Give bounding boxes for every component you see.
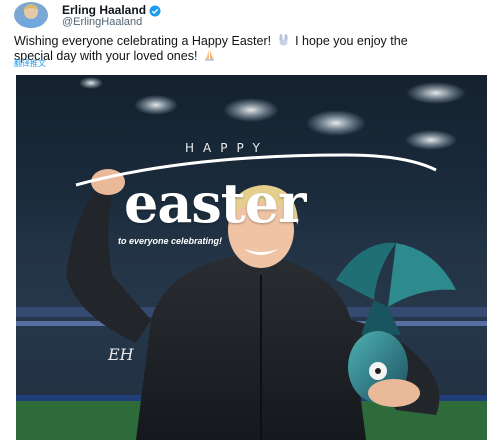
- celebrating-subtitle: to everyone celebrating!: [118, 236, 223, 246]
- tweet-text: Wishing everyone celebrating a Happy Eas…: [14, 34, 484, 64]
- easter-poster-graphic: [16, 77, 487, 440]
- display-name[interactable]: Erling Haaland: [62, 3, 146, 17]
- tweet-text-line1b: I hope you enjoy the: [295, 34, 408, 48]
- translate-tweet-link[interactable]: 翻译推文: [14, 58, 46, 69]
- avatar[interactable]: [14, 2, 48, 28]
- tweet-header: Erling Haaland @ErlingHaaland: [14, 2, 494, 32]
- easter-heading: easter: [124, 171, 306, 235]
- user-handle[interactable]: @ErlingHaaland: [62, 16, 142, 28]
- folded-hands-icon: [203, 49, 216, 61]
- rabbit-emoji-icon: [277, 34, 290, 46]
- tweet-text-line1: Wishing everyone celebrating a Happy Eas…: [14, 34, 272, 48]
- signature-mark: EH: [108, 345, 134, 364]
- floodlights: [79, 77, 466, 150]
- verified-icon: [149, 4, 161, 17]
- tweet-image[interactable]: HAPPY easter to everyone celebrating! EH: [16, 75, 487, 440]
- happy-heading: HAPPY: [185, 141, 269, 155]
